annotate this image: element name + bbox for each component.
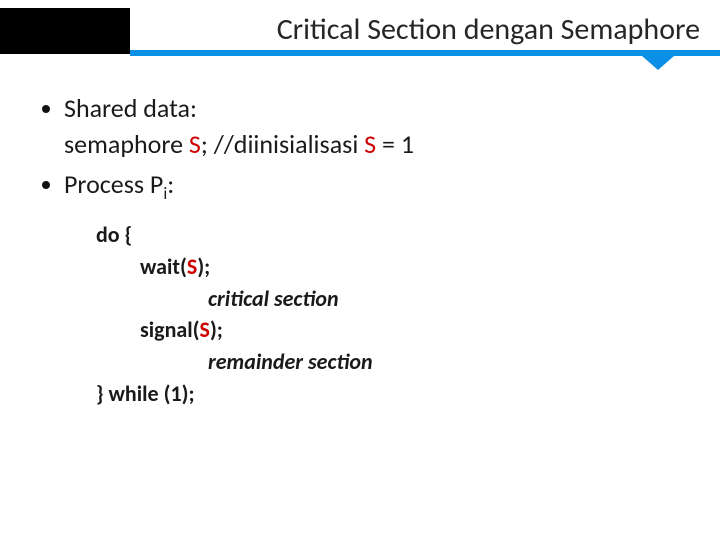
- text-fragment: );: [197, 253, 210, 280]
- text-fragment: semaphore: [64, 128, 189, 160]
- code-variable: S: [189, 128, 201, 160]
- text-fragment: );: [210, 316, 223, 343]
- text-fragment: wait(: [140, 253, 187, 280]
- code-line-critical: critical section: [96, 283, 684, 315]
- text-fragment: :: [167, 168, 174, 200]
- slide-title: Critical Section dengan Semaphore: [160, 8, 700, 50]
- code-variable: S: [187, 253, 197, 280]
- code-line-remainder: remainder section: [96, 346, 684, 378]
- code-variable: S: [200, 316, 210, 343]
- title-tab-icon: [642, 56, 674, 70]
- bullet-text-line1: Shared data:: [64, 92, 684, 126]
- bullet-dot-icon: [42, 105, 50, 113]
- bullet-shared-data: Shared data: semaphore S; //diinisialisa…: [36, 92, 684, 162]
- code-variable: S: [364, 128, 376, 160]
- text-fragment: ; //diinisialisasi: [201, 128, 364, 160]
- code-block: do { wait(S); critical section signal(S)…: [96, 219, 684, 410]
- code-line: wait(S);: [96, 251, 684, 283]
- title-accent-box: [0, 8, 130, 54]
- title-underline: [130, 50, 720, 56]
- bullet-content: Shared data: semaphore S; //diinisialisa…: [64, 92, 684, 162]
- text-fragment: signal(: [140, 316, 200, 343]
- code-line: do {: [96, 219, 684, 251]
- text-fragment: Process P: [64, 168, 163, 200]
- bullet-content: Process Pi:: [64, 168, 684, 205]
- title-bar: Critical Section dengan Semaphore: [0, 0, 720, 64]
- text-fragment: = 1: [376, 128, 414, 160]
- bullet-dot-icon: [42, 181, 50, 189]
- code-line: signal(S);: [96, 314, 684, 346]
- bullet-text-line2: semaphore S; //diinisialisasi S = 1: [64, 128, 684, 162]
- bullet-process: Process Pi:: [36, 168, 684, 205]
- slide-body: Shared data: semaphore S; //diinisialisa…: [0, 64, 720, 410]
- code-line: } while (1);: [96, 378, 684, 410]
- slide: { "title": "Critical Section dengan Sema…: [0, 0, 720, 540]
